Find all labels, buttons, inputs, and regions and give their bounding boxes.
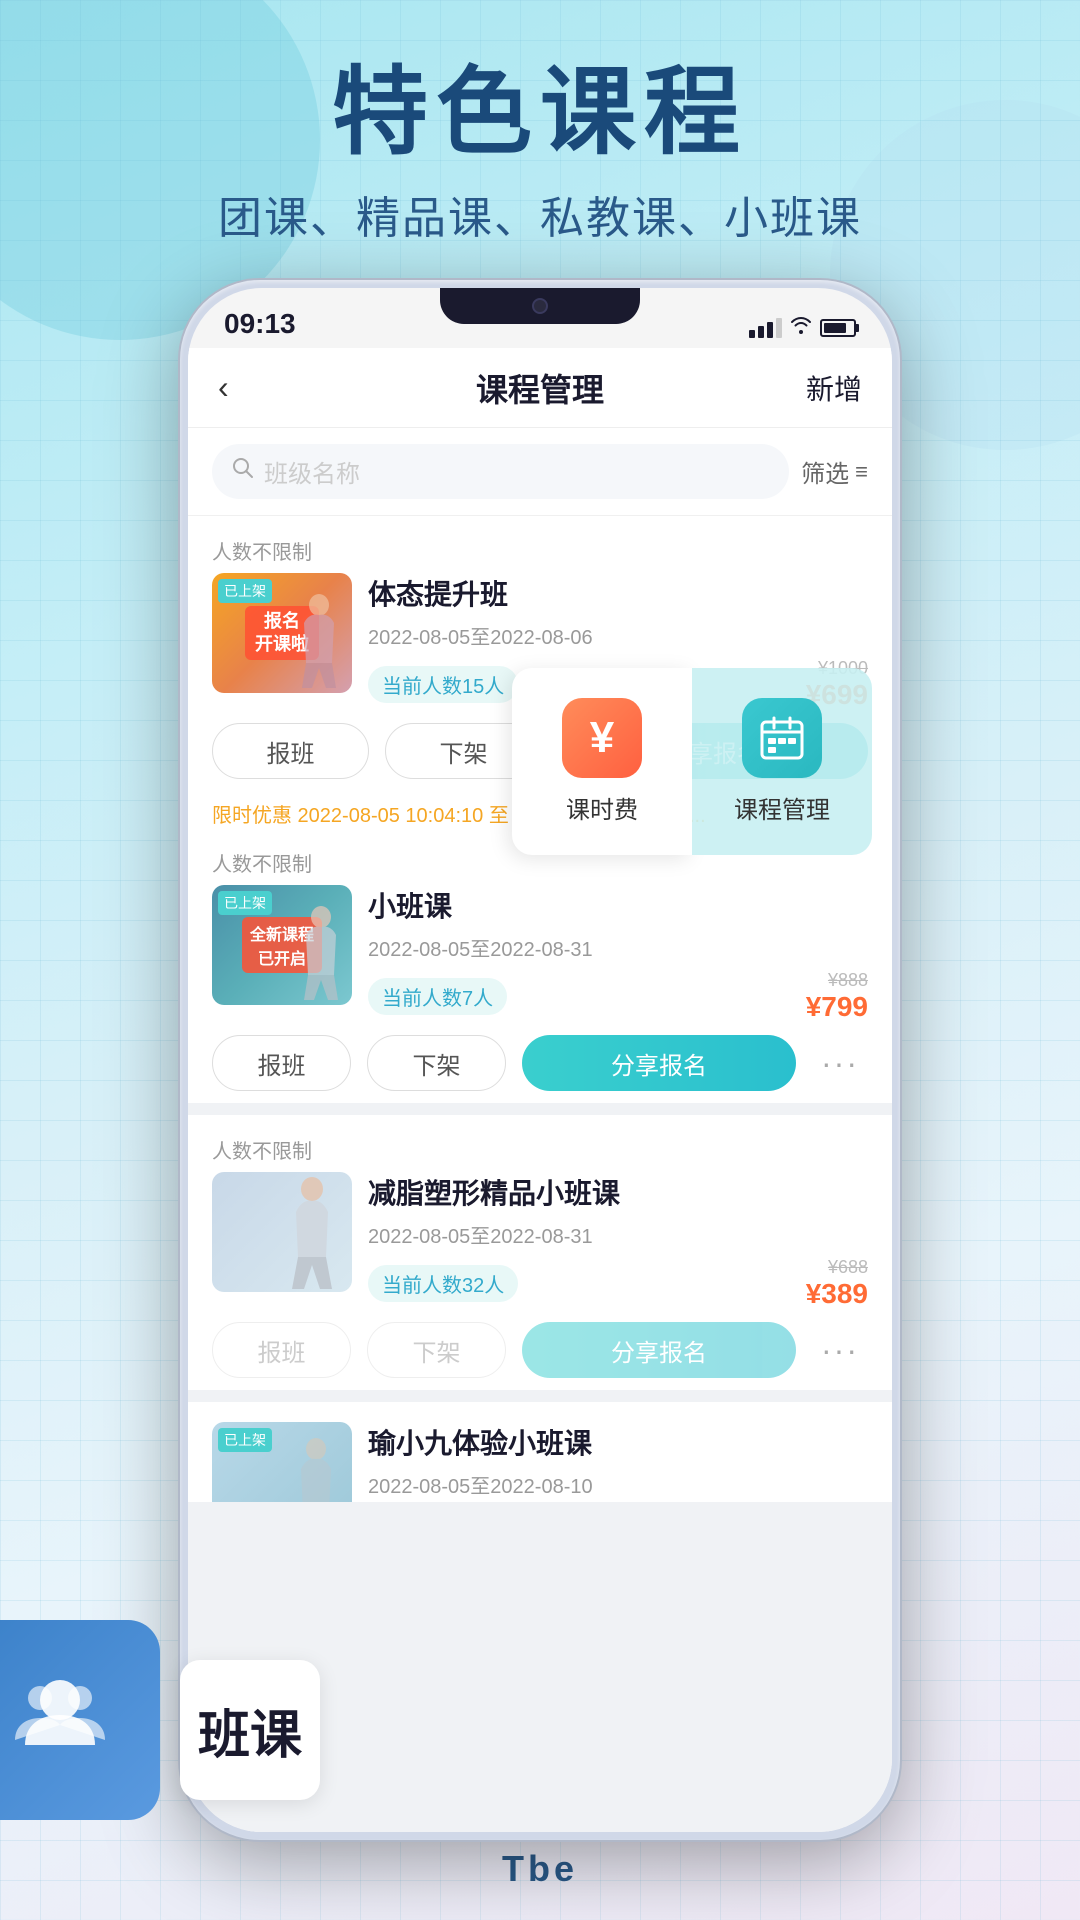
course-3-date: 2022-08-05至2022-08-31 — [368, 1220, 868, 1249]
phone-container: 09:13 — [180, 280, 900, 1840]
filter-button[interactable]: 筛选 ≡ — [801, 454, 868, 489]
battery-fill — [824, 323, 846, 333]
notch-camera — [532, 298, 548, 314]
course-card-2: 人数不限制 已上架 全新课程已开启 — [188, 836, 892, 1103]
course-3-current-price: ¥389 — [806, 1278, 868, 1310]
nav-title: 课程管理 — [476, 365, 604, 411]
bottom-text: Tbe — [502, 1848, 578, 1890]
course-3-count: 当前人数32人 — [368, 1265, 518, 1302]
course-4-date: 2022-08-05至2022-08-10 — [368, 1470, 868, 1499]
back-button[interactable]: ‹ — [218, 369, 268, 406]
phone-notch — [440, 288, 640, 324]
course-3-btn-xiajia[interactable]: 下架 — [367, 1322, 506, 1378]
signal-bars — [749, 318, 782, 338]
signal-bar-2 — [758, 326, 764, 338]
management-label: 课程管理 — [734, 790, 830, 825]
course-4-badge: 已上架 — [218, 1428, 272, 1452]
search-box[interactable]: 班级名称 — [212, 444, 789, 499]
fee-icon: ¥ — [562, 698, 642, 778]
course-1-no-limit: 人数不限制 — [212, 536, 868, 565]
course-2-btn-baobang[interactable]: 报班 — [212, 1035, 351, 1091]
course-2-actions: 报班 下架 分享报名 ··· — [212, 1035, 868, 1091]
course-4-name: 瑜小九体验小班课 — [368, 1422, 868, 1462]
sort-icon: ≡ — [855, 459, 868, 485]
course-card-3: 人数不限制 — [188, 1115, 892, 1390]
search-placeholder: 班级名称 — [264, 454, 360, 489]
course-3-thumb-bg — [212, 1172, 352, 1292]
course-3-actions: 报班 下架 分享报名 ··· — [212, 1322, 868, 1378]
course-2-header: 已上架 全新课程已开启 小班课 — [212, 885, 868, 1023]
course-3-btn-baobang[interactable]: 报班 — [212, 1322, 351, 1378]
fee-label: 课时费 — [566, 790, 638, 825]
course-1-badge: 已上架 — [218, 579, 272, 603]
fee-symbol: ¥ — [590, 713, 614, 763]
status-time: 09:13 — [224, 308, 296, 340]
course-4-header: 已上架 瑜小九体验小班课 2022-08 — [212, 1422, 868, 1502]
course-2-date: 2022-08-05至2022-08-31 — [368, 933, 868, 962]
phone-inner: 09:13 — [188, 288, 892, 1832]
course-2-btn-share[interactable]: 分享报名 — [522, 1035, 796, 1091]
course-3-thumbnail — [212, 1172, 352, 1292]
course-4-info: 瑜小九体验小班课 2022-08-05至2022-08-10 — [368, 1422, 868, 1502]
course-2-count: 当前人数7人 — [368, 978, 507, 1015]
course-2-btn-more[interactable]: ··· — [812, 1035, 868, 1091]
bottom-left-card — [0, 1620, 160, 1820]
course-2-btn-xiajia[interactable]: 下架 — [367, 1035, 506, 1091]
float-card-management[interactable]: 课程管理 — [692, 668, 872, 855]
course-3-header: 减脂塑形精品小班课 2022-08-05至2022-08-31 当前人数32人 … — [212, 1172, 868, 1310]
battery-icon — [820, 319, 856, 337]
course-2-badge: 已上架 — [218, 891, 272, 915]
course-1-thumbnail: 已上架 报名开课啦 — [212, 573, 352, 693]
float-card-fee[interactable]: ¥ 课时费 — [512, 668, 692, 855]
course-2-info: 小班课 2022-08-05至2022-08-31 当前人数7人 ¥888 ¥7… — [368, 885, 868, 1023]
course-3-name: 减脂塑形精品小班课 — [368, 1172, 868, 1212]
wifi-icon — [790, 316, 812, 340]
course-3-btn-share[interactable]: 分享报名 — [522, 1322, 796, 1378]
signal-bar-4 — [776, 318, 782, 338]
float-overlay: ¥ 课时费 — [512, 668, 892, 855]
filter-label: 筛选 — [801, 454, 849, 489]
course-2-thumb-bg: 已上架 全新课程已开启 — [212, 885, 352, 1005]
nav-action-button[interactable]: 新增 — [806, 368, 862, 408]
status-icons — [749, 316, 856, 340]
course-2-price: ¥888 ¥799 — [806, 970, 868, 1023]
app-content: ‹ 课程管理 新增 班级名称 — [188, 348, 892, 1832]
course-3-meta: 当前人数32人 ¥688 ¥389 — [368, 1257, 868, 1310]
course-2-current-price: ¥799 — [806, 991, 868, 1023]
course-3-price: ¥688 ¥389 — [806, 1257, 868, 1310]
course-4-thumb-bg: 已上架 — [212, 1422, 352, 1502]
course-1-date: 2022-08-05至2022-08-06 — [368, 621, 868, 650]
course-1-btn-baobang[interactable]: 报班 — [212, 723, 369, 779]
phone-frame: 09:13 — [180, 280, 900, 1840]
search-icon — [232, 457, 254, 486]
course-2-original-price: ¥888 — [806, 970, 868, 991]
nav-bar: ‹ 课程管理 新增 — [188, 348, 892, 428]
course-1-thumb-bg: 已上架 报名开课啦 — [212, 573, 352, 693]
search-container: 班级名称 筛选 ≡ — [188, 428, 892, 516]
management-icon — [742, 698, 822, 778]
hero-subtitle: 团课、精品课、私教课、小班课 — [0, 182, 1080, 246]
signal-bar-1 — [749, 330, 755, 338]
hero-title: 特色课程 — [0, 60, 1080, 166]
course-card-4: 已上架 瑜小九体验小班课 2022-08 — [188, 1402, 892, 1502]
course-3-original-price: ¥688 — [806, 1257, 868, 1278]
course-3-no-limit: 人数不限制 — [212, 1135, 868, 1164]
course-1-name: 体态提升班 — [368, 573, 868, 613]
course-4-thumbnail: 已上架 — [212, 1422, 352, 1502]
course-2-name: 小班课 — [368, 885, 868, 925]
course-1-count: 当前人数15人 — [368, 666, 518, 703]
hero-section: 特色课程 团课、精品课、私教课、小班课 — [0, 60, 1080, 246]
bottom-label-banjiao: 班课 — [180, 1660, 320, 1800]
course-3-info: 减脂塑形精品小班课 2022-08-05至2022-08-31 当前人数32人 … — [368, 1172, 868, 1310]
course-3-btn-more[interactable]: ··· — [812, 1322, 868, 1378]
signal-bar-3 — [767, 322, 773, 338]
course-2-meta: 当前人数7人 ¥888 ¥799 — [368, 970, 868, 1023]
course-2-thumbnail: 已上架 全新课程已开启 — [212, 885, 352, 1005]
